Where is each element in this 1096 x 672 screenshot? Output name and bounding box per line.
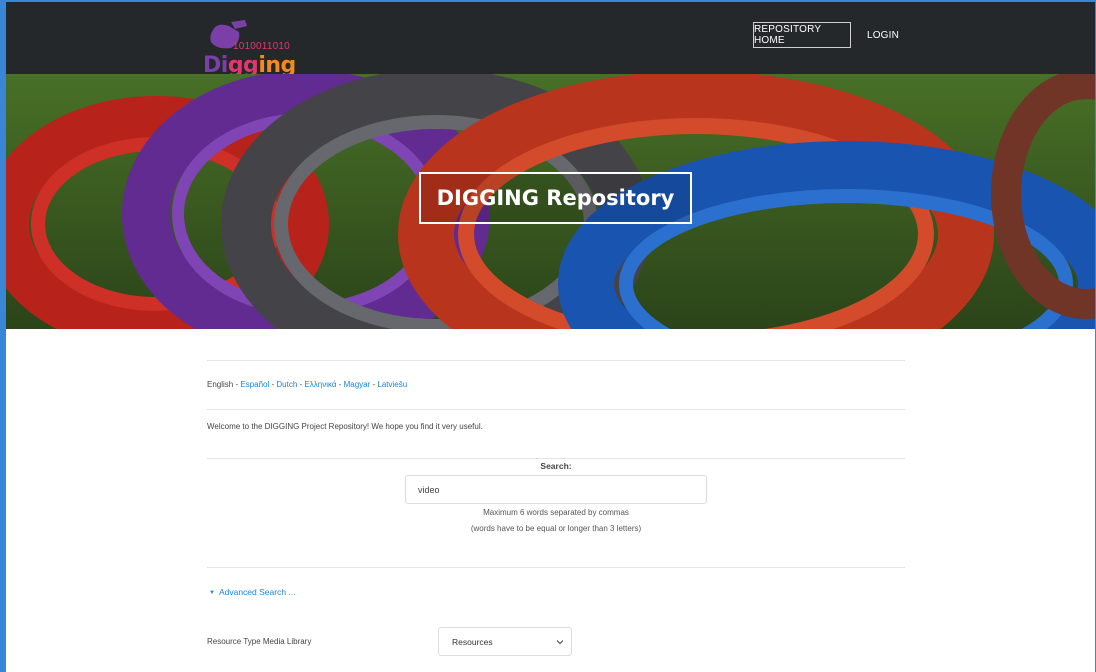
caret-down-icon: ▼ [209,590,215,596]
language-link-latviesu[interactable]: Latviešu [377,380,407,389]
search-hint-1: Maximum 6 words separated by commas [483,508,629,517]
language-selector: English - Español - Dutch - Ελληνικά - M… [207,380,408,389]
top-navbar: 1010011010 Digging REPOSITORY HOME LOGIN [6,2,1095,78]
hero-title: DIGGING Repository [419,172,692,224]
digging-logo[interactable]: 1010011010 Digging [203,20,313,78]
language-link-magyar[interactable]: Magyar [344,380,371,389]
language-link-espanol[interactable]: Español [240,380,269,389]
divider [207,360,905,361]
language-link-dutch[interactable]: Dutch [276,380,297,389]
hero-banner: DIGGING Repository [6,74,1095,329]
resource-type-select[interactable]: Resources [438,627,572,656]
search-label: Search: [540,461,572,471]
divider [207,567,905,568]
chevron-down-icon [556,640,564,645]
language-current: English [207,380,234,389]
advanced-search-label: Advanced Search ... [218,587,296,597]
welcome-text: Welcome to the DIGGING Project Repositor… [207,422,483,431]
language-link-greek[interactable]: Ελληνικά [304,380,336,389]
divider [207,409,905,410]
resource-type-selected: Resources [452,636,493,647]
search-hint-2: (words have to be equal or longer than 3… [470,524,642,533]
login-link[interactable]: LOGIN [862,22,904,48]
logo-binary-text: 1010011010 [233,41,290,52]
divider [207,458,905,459]
advanced-search-toggle[interactable]: ▼ Advanced Search ... [209,587,296,597]
resource-type-label: Resource Type Media Library [207,637,312,646]
repository-home-button[interactable]: REPOSITORY HOME [753,22,851,48]
search-input[interactable] [405,475,707,504]
